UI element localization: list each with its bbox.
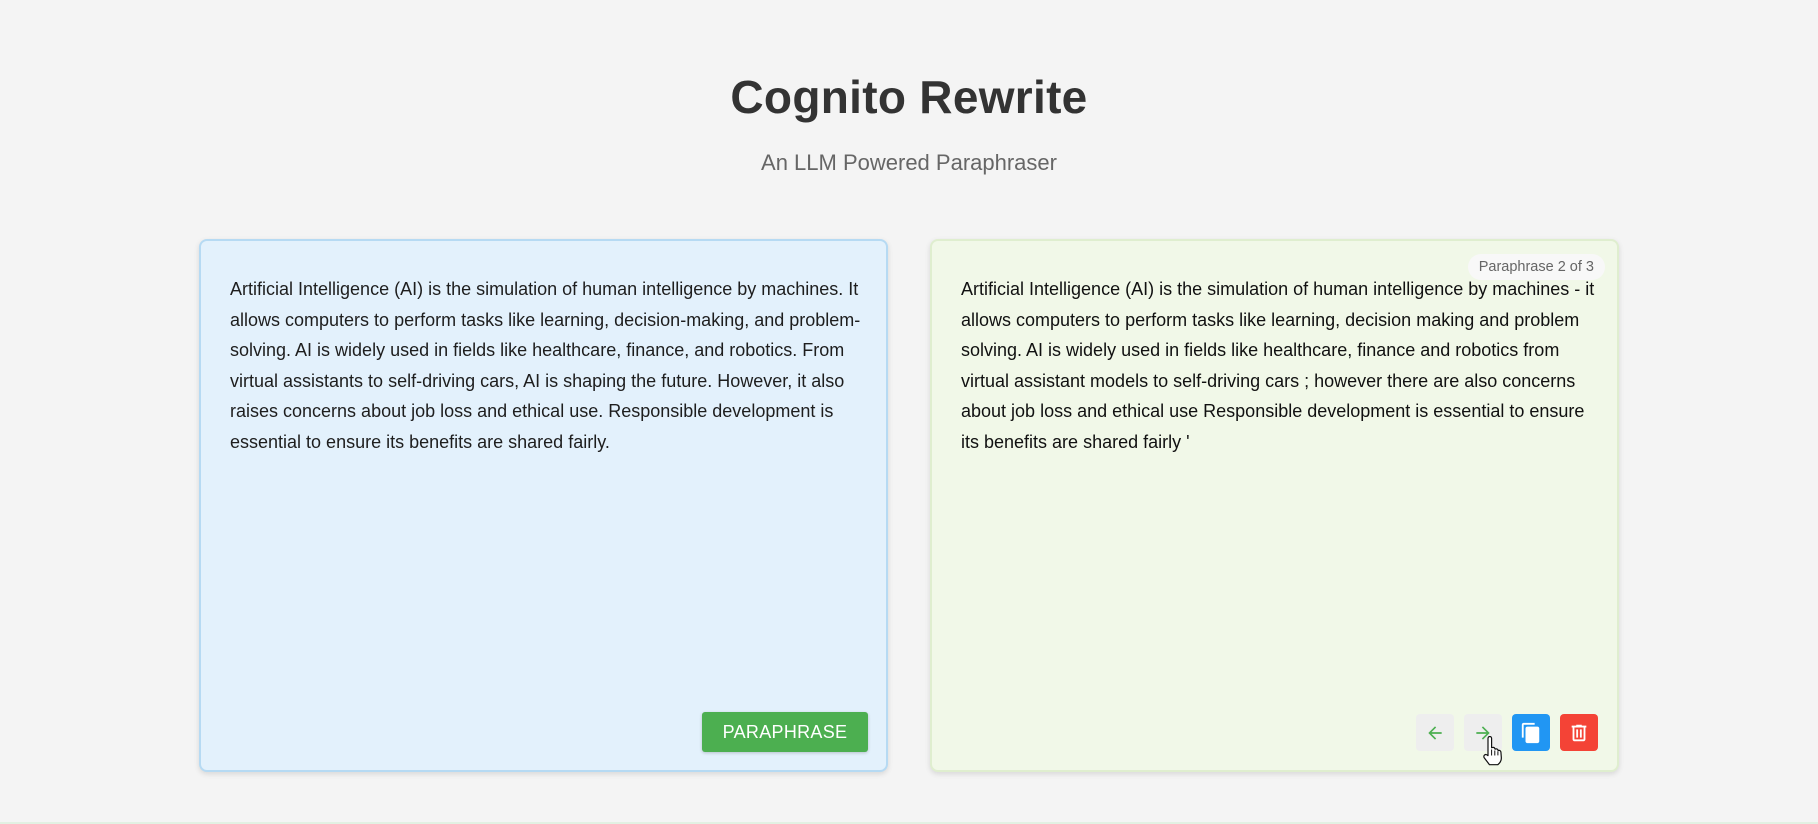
previous-paraphrase-button[interactable] [1416, 714, 1454, 751]
copy-button[interactable] [1512, 714, 1550, 751]
next-paraphrase-button[interactable] [1464, 714, 1502, 751]
output-actions [1416, 714, 1598, 751]
input-text[interactable]: Artificial Intelligence (AI) is the simu… [230, 274, 865, 457]
arrow-left-icon [1428, 725, 1442, 740]
page-title: Cognito Rewrite [730, 71, 1088, 123]
output-text: Artificial Intelligence (AI) is the simu… [961, 279, 1600, 452]
copy-icon [1521, 722, 1540, 743]
arrow-right-icon [1476, 725, 1490, 740]
paraphrase-button[interactable]: PARAPHRASE [702, 712, 868, 752]
delete-button[interactable] [1560, 714, 1598, 751]
trash-icon [1571, 724, 1587, 741]
page-subtitle: An LLM Powered Paraphraser [761, 150, 1057, 175]
input-panel[interactable]: Artificial Intelligence (AI) is the simu… [199, 239, 888, 772]
output-panel: Paraphrase 2 of 3 Artificial Intelligenc… [930, 239, 1619, 772]
